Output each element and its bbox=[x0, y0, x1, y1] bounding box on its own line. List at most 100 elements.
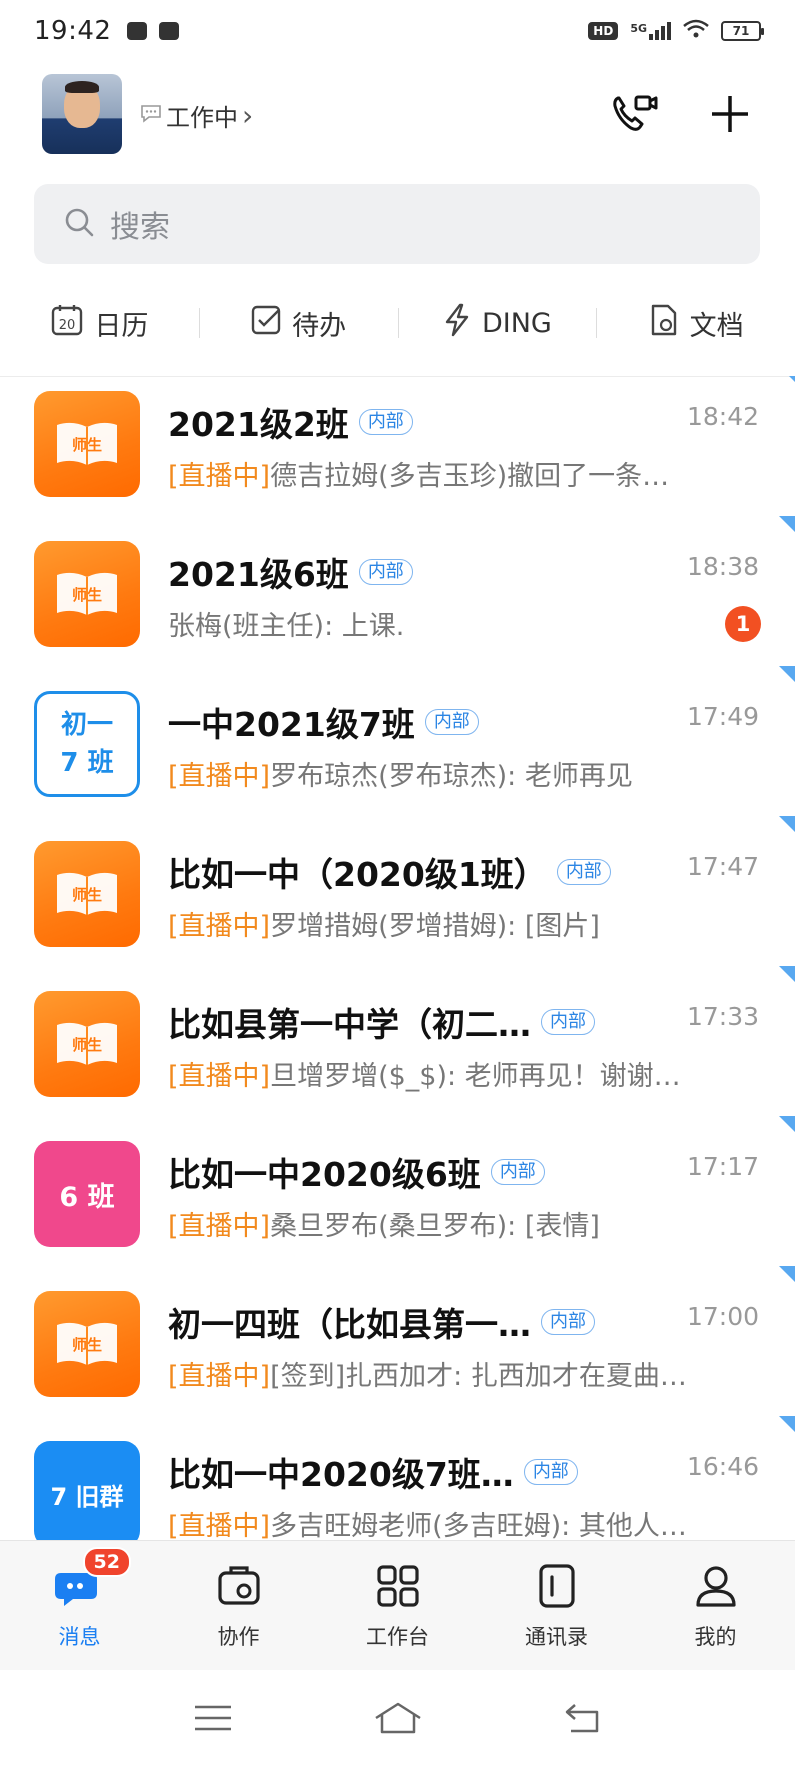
tab-contacts[interactable]: 通讯录 bbox=[477, 1541, 636, 1670]
live-tag: [直播中] bbox=[168, 1511, 271, 1540]
contacts-icon bbox=[532, 1561, 582, 1611]
group-avatar: 7 旧群 bbox=[34, 1441, 140, 1540]
internal-badge: 内部 bbox=[424, 709, 479, 735]
conversation-title: 比如一中2020级7班… 内部 bbox=[168, 1448, 578, 1496]
conversation-title-text: 初一四班（比如县第一… bbox=[168, 1305, 531, 1344]
conversation-title-text: 比如一中（2020级1班） bbox=[168, 855, 547, 894]
book-icon: 师生 bbox=[57, 1022, 117, 1065]
conversation-row[interactable]: 师生 初一四班（比如县第一… 内部 17:00 [直播中][签到]扎西加才: 扎西… bbox=[0, 1266, 795, 1416]
conversation-title: 比如县第一中学（初二… 内部 bbox=[168, 998, 595, 1046]
conversation-title-text: 比如一中2020级7班… bbox=[168, 1455, 514, 1494]
quick-calendar-label: 日历 bbox=[94, 310, 149, 342]
conversation-row[interactable]: 6 班 比如一中2020级6班 内部 17:17 [直播中]桑旦罗布(桑旦罗布):… bbox=[0, 1116, 795, 1266]
group-avatar: 师生 bbox=[34, 841, 140, 947]
conversation-row[interactable]: 师生 比如县第一中学（初二… 内部 17:33 [直播中]旦增罗增($_$): 老… bbox=[0, 966, 795, 1116]
unread-count-badge: 1 bbox=[725, 606, 761, 642]
conversation-title-text: 2021级6班 bbox=[168, 555, 349, 594]
app-notification-icon bbox=[159, 22, 180, 40]
pin-flag-icon bbox=[779, 1116, 795, 1132]
profile-icon bbox=[691, 1561, 741, 1611]
calendar-day: 20 bbox=[59, 318, 76, 333]
message-icon: 52 bbox=[54, 1546, 131, 1611]
lightning-icon bbox=[442, 303, 472, 344]
user-avatar[interactable] bbox=[42, 74, 122, 154]
tab-workbench[interactable]: 工作台 bbox=[318, 1541, 477, 1670]
quick-todo[interactable]: 待办 bbox=[198, 292, 398, 354]
quick-docs[interactable]: 文档 bbox=[596, 292, 795, 354]
live-tag: [直播中] bbox=[168, 1061, 271, 1092]
conversation-preview: [直播中]桑旦罗布(桑旦罗布): [表情] bbox=[168, 1204, 600, 1243]
video-call-icon[interactable] bbox=[606, 86, 662, 142]
group-avatar-text: 6 班 bbox=[59, 1181, 115, 1213]
speech-bubble-icon bbox=[140, 103, 162, 128]
tab-label: 消息 bbox=[58, 1624, 101, 1649]
menu-icon[interactable] bbox=[183, 1698, 243, 1738]
live-tag: [直播中] bbox=[168, 461, 271, 492]
conversation-row[interactable]: 7 旧群 比如一中2020级7班… 内部 16:46 [直播中]多吉旺姆老师(多吉… bbox=[0, 1416, 795, 1540]
collaboration-icon bbox=[214, 1561, 264, 1611]
group-avatar-text: 初一 7 班 bbox=[60, 710, 114, 778]
chevron-right-icon: › bbox=[242, 99, 254, 132]
live-tag: [直播中] bbox=[168, 911, 271, 942]
conversation-time: 18:38 bbox=[686, 552, 759, 581]
tab-label: 工作台 bbox=[366, 1624, 429, 1649]
quick-ding-label: DING bbox=[481, 307, 552, 339]
internal-badge: 内部 bbox=[541, 1009, 595, 1035]
conversation-title: 比如一中2020级6班 内部 bbox=[168, 1148, 545, 1196]
pin-flag-icon bbox=[779, 1416, 795, 1432]
search-placeholder: 搜索 bbox=[110, 210, 170, 245]
preview-text: 旦增罗增($_$): 老师再见！谢谢… bbox=[270, 1061, 681, 1092]
svg-text:师生: 师生 bbox=[72, 886, 102, 904]
quick-calendar[interactable]: 20 日历 bbox=[0, 292, 199, 354]
back-icon[interactable] bbox=[553, 1698, 613, 1738]
battery-icon: 71 bbox=[721, 21, 764, 41]
conversation-row[interactable]: 师生 2021级2班 内部 18:42 [直播中]德吉拉姆(多吉玉珍)撤回了一条… bbox=[0, 376, 795, 516]
conversation-title: 比如一中（2020级1班） 内部 bbox=[168, 848, 611, 896]
live-tag: [直播中] bbox=[168, 761, 271, 792]
tab-profile[interactable]: 我的 bbox=[636, 1541, 795, 1670]
conversation-title-text: 2021级2班 bbox=[168, 405, 349, 444]
conversation-title-text: 比如一中2020级6班 bbox=[168, 1155, 481, 1194]
conversation-preview: [直播中]德吉拉姆(多吉玉珍)撤回了一条… bbox=[168, 454, 669, 493]
book-icon: 师生 bbox=[57, 422, 117, 465]
conversation-row[interactable]: 师生 比如一中（2020级1班） 内部 17:47 [直播中]罗增措姆(罗增措姆)… bbox=[0, 816, 795, 966]
status-bar: 19:42 HD 5G 71 bbox=[0, 0, 795, 62]
conversation-row[interactable]: 初一 7 班 一中2021级7班 内部 17:49 [直播中]罗布琼杰(罗布琼杰)… bbox=[0, 666, 795, 816]
internal-badge: 内部 bbox=[523, 1459, 578, 1485]
preview-text: 张梅(班主任): 上课. bbox=[168, 611, 405, 642]
search-bar[interactable]: 搜索 bbox=[34, 184, 760, 264]
quick-actions-bar: 20 日历 待办 DING 文档 bbox=[0, 292, 795, 354]
quick-ding[interactable]: DING bbox=[397, 292, 597, 354]
conversation-title: 2021级6班 内部 bbox=[168, 548, 413, 596]
conversation-preview: 张梅(班主任): 上课. bbox=[168, 604, 404, 643]
internal-badge: 内部 bbox=[358, 559, 413, 585]
conversation-time: 17:49 bbox=[686, 702, 759, 731]
conversation-row[interactable]: 师生 2021级6班 内部 18:38 张梅(班主任): 上课. 1 bbox=[0, 516, 795, 666]
conversation-title-text: 比如县第一中学（初二… bbox=[168, 1005, 531, 1044]
group-avatar: 师生 bbox=[34, 391, 140, 497]
conversation-preview: [直播中]多吉旺姆老师(多吉旺姆): 其他人… bbox=[168, 1504, 687, 1540]
live-tag: [直播中] bbox=[168, 1361, 271, 1392]
conversation-time: 16:46 bbox=[686, 1452, 759, 1481]
internal-badge: 内部 bbox=[490, 1159, 545, 1185]
conversation-time: 17:47 bbox=[686, 852, 759, 881]
search-icon bbox=[64, 207, 94, 241]
preview-text: 罗布琼杰(罗布琼杰): 老师再见 bbox=[270, 761, 633, 792]
document-icon bbox=[648, 303, 680, 344]
conversation-list: 师生 2021级2班 内部 18:42 [直播中]德吉拉姆(多吉玉珍)撤回了一条…… bbox=[0, 376, 795, 1540]
plus-icon[interactable] bbox=[702, 86, 758, 142]
tab-messages[interactable]: 52 消息 bbox=[0, 1541, 159, 1670]
pin-flag-icon bbox=[779, 516, 795, 532]
bottom-tab-bar: 52 消息 协作 工作台 通讯录 我的 bbox=[0, 1540, 795, 1670]
conversation-title: 一中2021级7班 内部 bbox=[168, 698, 479, 746]
quick-docs-label: 文档 bbox=[689, 310, 744, 342]
tab-collaboration[interactable]: 协作 bbox=[159, 1541, 318, 1670]
internal-badge: 内部 bbox=[541, 1309, 595, 1335]
book-icon: 师生 bbox=[57, 572, 117, 615]
book-icon: 师生 bbox=[57, 872, 117, 915]
work-status-button[interactable]: 工作中 › bbox=[140, 98, 253, 133]
home-icon[interactable] bbox=[368, 1698, 428, 1738]
group-avatar: 师生 bbox=[34, 1291, 140, 1397]
workbench-grid-icon bbox=[373, 1561, 423, 1611]
work-status-text: 工作中 bbox=[166, 104, 238, 132]
